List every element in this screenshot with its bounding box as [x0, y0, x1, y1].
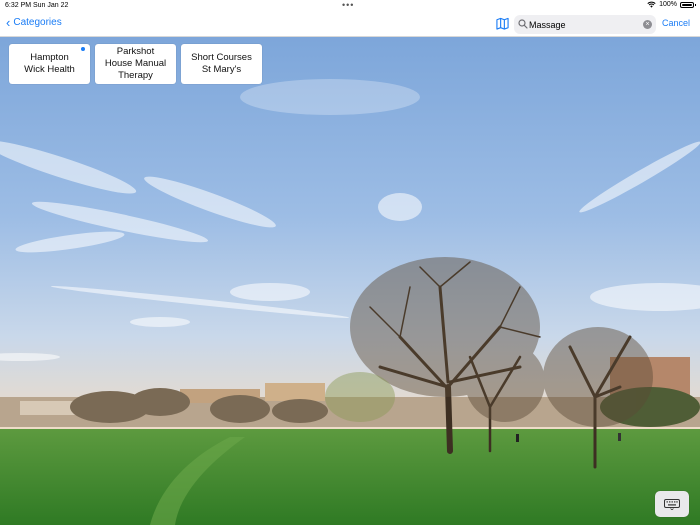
result-card-label: Short Courses St Mary's — [191, 52, 252, 76]
cancel-button[interactable]: Cancel — [662, 18, 690, 28]
result-card-line: Therapy — [118, 70, 153, 81]
map-icon[interactable] — [496, 17, 509, 30]
keyboard-button[interactable] — [655, 491, 689, 517]
chevron-left-icon: ‹ — [6, 14, 11, 30]
battery-percent: 100% — [659, 1, 677, 8]
status-right: 100% — [647, 1, 696, 8]
wifi-icon — [647, 1, 656, 8]
status-bar: 6:32 PM Sun Jan 22 ••• 100% — [0, 0, 700, 12]
result-card-line: Short Courses — [191, 52, 252, 63]
search-input[interactable] — [529, 17, 641, 32]
result-card-line: Wick Health — [24, 64, 75, 75]
back-button[interactable]: ‹ Categories — [6, 14, 62, 30]
search-field[interactable]: × — [514, 15, 656, 34]
status-time: 6:32 PM — [5, 2, 32, 9]
result-card-line: House Manual — [104, 58, 167, 69]
result-card-label: Parkshot House Manual Therapy — [105, 46, 166, 82]
result-card-short-courses-st-marys[interactable]: Short Courses St Mary's — [181, 44, 262, 84]
keyboard-icon — [664, 498, 680, 510]
background-photo — [0, 37, 700, 525]
result-card-line: Hampton — [30, 52, 69, 63]
back-label: Categories — [13, 17, 62, 28]
result-card-parkshot-house-manual-therapy[interactable]: Parkshot House Manual Therapy — [95, 44, 176, 84]
result-card-line: Parkshot — [116, 46, 155, 57]
status-date: Sun Jan 22 — [33, 2, 69, 9]
search-icon — [518, 19, 528, 29]
result-card-hampton-wick-health[interactable]: Hampton Wick Health — [9, 44, 90, 84]
result-card-line: St Mary's — [201, 64, 242, 75]
multitasking-dots-icon[interactable]: ••• — [342, 0, 354, 10]
clear-icon[interactable]: × — [643, 20, 652, 29]
selected-indicator-icon — [81, 47, 85, 51]
battery-icon — [680, 1, 696, 8]
result-card-label: Hampton Wick Health — [24, 52, 75, 76]
navigation-bar: ‹ Categories × Cancel — [0, 12, 700, 37]
battery-fill — [682, 3, 692, 6]
